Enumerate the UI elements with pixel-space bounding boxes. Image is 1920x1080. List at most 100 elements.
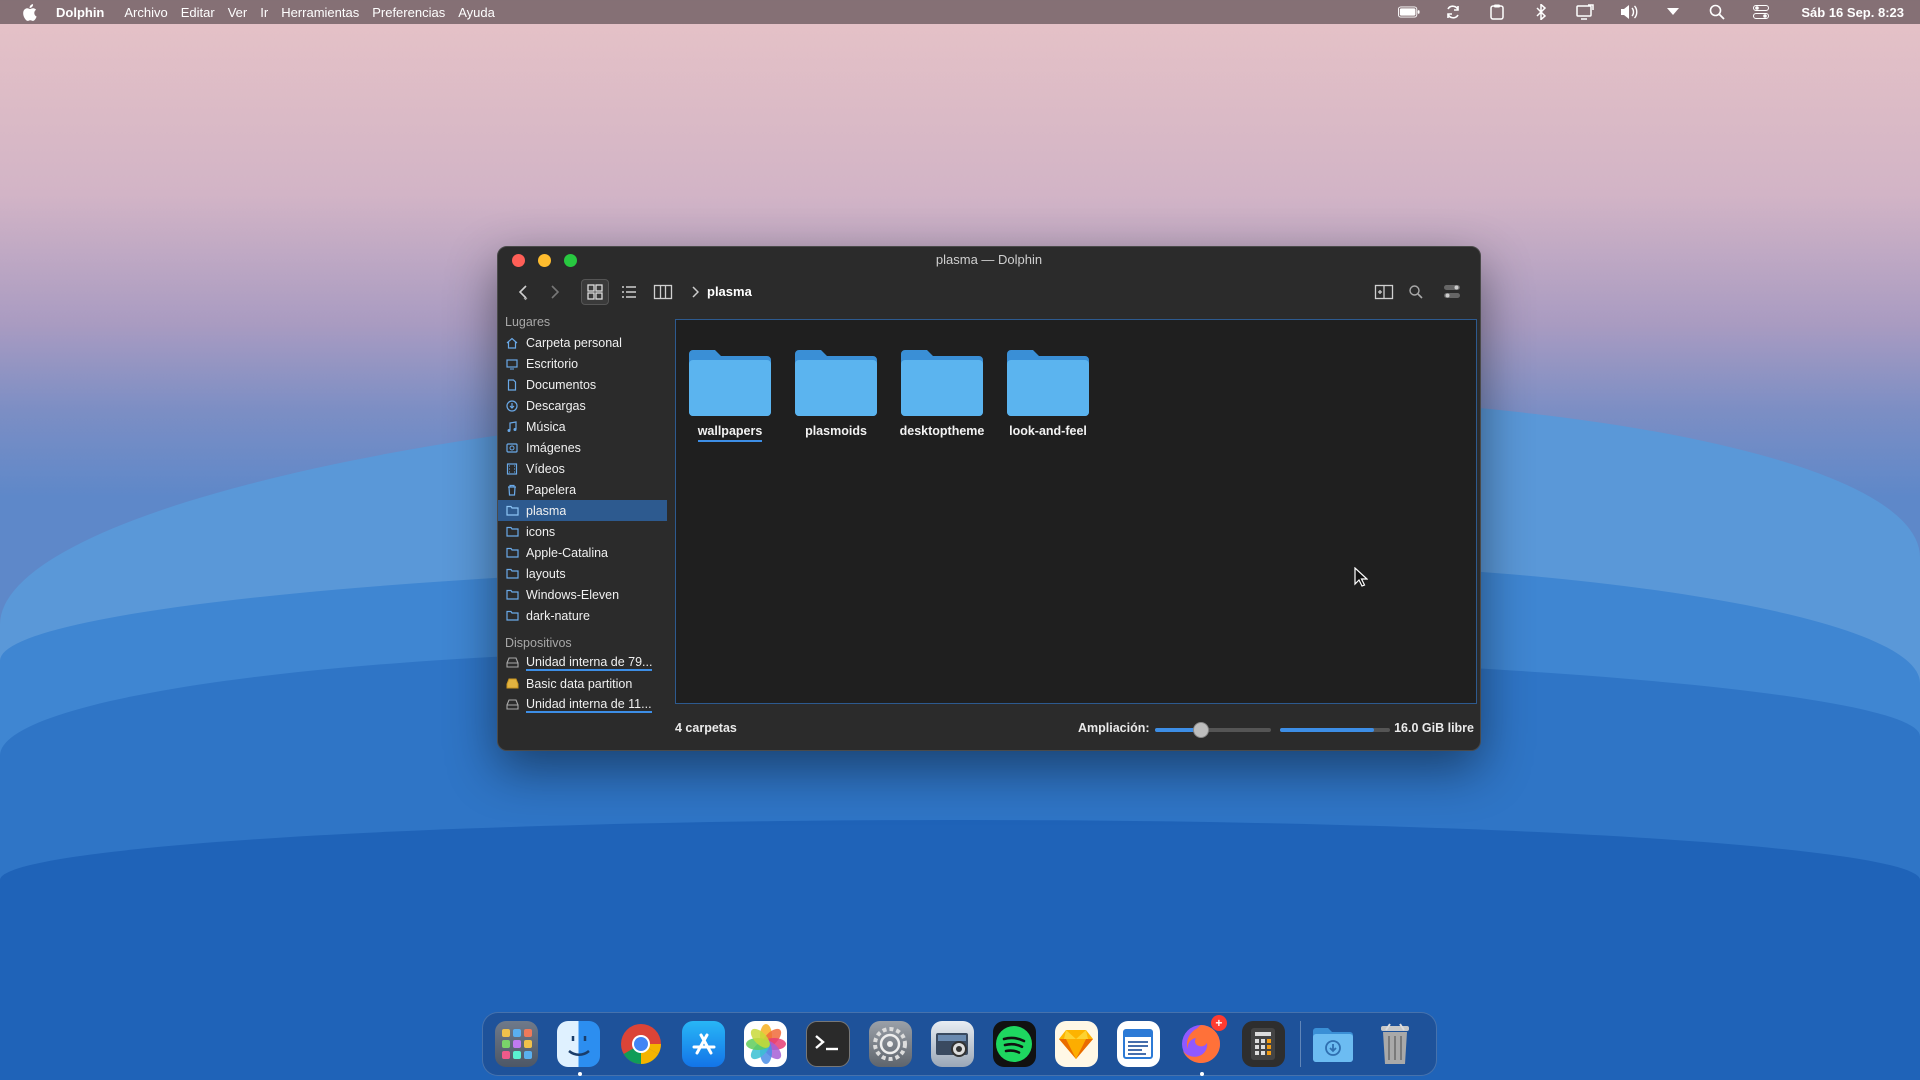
sidebar-item-label: layouts: [526, 566, 566, 581]
item-count: 4 carpetas: [675, 721, 737, 735]
folder-icon: [1007, 350, 1089, 416]
folder-view[interactable]: wallpapers plasmoids desktoptheme look-a…: [675, 319, 1477, 704]
sidebar-device-basic-data[interactable]: Basic data partition: [498, 673, 670, 694]
folder-icon: [795, 350, 877, 416]
sidebar-item-carpeta-personal[interactable]: Carpeta personal: [498, 332, 670, 353]
window-title: plasma — Dolphin: [935, 252, 1043, 267]
folder-name: plasmoids: [805, 424, 867, 438]
volume-icon[interactable]: [1618, 4, 1640, 20]
sidebar-item-plasma[interactable]: plasma: [498, 500, 667, 521]
firefox-icon[interactable]: +: [1179, 1015, 1227, 1076]
split-view-button[interactable]: [649, 279, 677, 305]
breadcrumb[interactable]: plasma: [691, 284, 752, 299]
sync-icon[interactable]: [1442, 4, 1464, 20]
icons-view-button[interactable]: [581, 279, 609, 305]
search-icon[interactable]: [1706, 4, 1728, 20]
terminal-icon[interactable]: [806, 1021, 850, 1067]
sidebar-item-dark-nature[interactable]: dark-nature: [498, 605, 670, 626]
settings-icon[interactable]: [868, 1021, 912, 1067]
menu-preferencias[interactable]: Preferencias: [372, 5, 445, 20]
folder-icon: [689, 350, 771, 416]
downloads-folder-icon[interactable]: [1311, 1021, 1355, 1067]
forward-button[interactable]: [540, 279, 568, 305]
display-icon[interactable]: [1574, 4, 1596, 20]
app-store-icon[interactable]: [682, 1021, 726, 1067]
sidebar-device-internal-2[interactable]: Unidad interna de 11...: [498, 694, 670, 715]
back-button[interactable]: [510, 279, 538, 305]
clipboard-icon[interactable]: [1486, 4, 1508, 20]
sidebar-item-documentos[interactable]: Documentos: [498, 374, 670, 395]
photos-icon[interactable]: [744, 1021, 788, 1067]
chrome-icon[interactable]: [619, 1021, 663, 1067]
folder-item[interactable]: desktoptheme: [897, 348, 987, 440]
details-view-button[interactable]: [615, 279, 643, 305]
zoom-slider-handle[interactable]: [1193, 722, 1210, 738]
folder-icon: [505, 525, 519, 539]
window-titlebar[interactable]: plasma — Dolphin: [498, 247, 1480, 273]
toolbar: plasma: [498, 277, 1480, 307]
battery-icon[interactable]: [1398, 4, 1420, 20]
sidebar-item-videos[interactable]: Vídeos: [498, 458, 670, 479]
menu-ver[interactable]: Ver: [228, 5, 248, 20]
free-space-label: 16.0 GiB libre: [1394, 721, 1474, 735]
sidebar-item-escritorio[interactable]: Escritorio: [498, 353, 670, 374]
sketch-icon[interactable]: [1054, 1021, 1098, 1067]
menubar-clock[interactable]: Sáb 16 Sep. 8:23: [1801, 5, 1904, 20]
spotify-icon[interactable]: [992, 1021, 1036, 1067]
sidebar-item-musica[interactable]: Música: [498, 416, 670, 437]
documents-icon: [505, 378, 519, 392]
dolphin-window: plasma — Dolphin plasma Lugares Carpeta …: [497, 246, 1481, 751]
launchpad-icon[interactable]: [495, 1021, 539, 1067]
folder-item[interactable]: plasmoids: [791, 348, 881, 440]
bluetooth-icon[interactable]: [1530, 4, 1552, 20]
space-used-fill: [1280, 728, 1374, 732]
menu-app-name[interactable]: Dolphin: [56, 5, 104, 20]
running-indicator: [578, 1072, 583, 1076]
search-button[interactable]: [1402, 279, 1430, 305]
apple-menu-icon[interactable]: [20, 3, 38, 21]
sidebar-device-internal-1[interactable]: Unidad interna de 79...: [498, 652, 670, 673]
breadcrumb-current[interactable]: plasma: [707, 284, 752, 299]
sidebar-item-apple-catalina[interactable]: Apple-Catalina: [498, 542, 670, 563]
home-icon: [505, 336, 519, 350]
columns-view-icon: [653, 284, 673, 300]
downloads-icon: [505, 399, 519, 413]
sidebar-item-windows-eleven[interactable]: Windows-Eleven: [498, 584, 670, 605]
sidebar-item-label: Papelera: [526, 482, 577, 497]
folder-icon: [505, 504, 519, 518]
search-icon: [1409, 285, 1423, 299]
screenshot-icon[interactable]: [930, 1021, 974, 1067]
pictures-icon: [505, 441, 519, 455]
sidebar-item-label: icons: [526, 524, 556, 539]
tray-expand-icon[interactable]: [1662, 4, 1684, 20]
menu-ayuda[interactable]: Ayuda: [458, 5, 495, 20]
control-menu-button[interactable]: [1438, 279, 1466, 305]
control-center-icon[interactable]: [1750, 4, 1772, 20]
trash-icon[interactable]: [1374, 1021, 1417, 1067]
sidebar-item-descargas[interactable]: Descargas: [498, 395, 670, 416]
sidebar-item-papelera[interactable]: Papelera: [498, 479, 670, 500]
folder-icon: [505, 546, 519, 560]
chevron-right-icon: [692, 285, 699, 298]
finder-icon[interactable]: [557, 1021, 601, 1076]
dock: +: [482, 1012, 1437, 1076]
menu-ir[interactable]: Ir: [260, 5, 268, 20]
sidebar-item-label: Documentos: [526, 377, 597, 392]
folder-item[interactable]: look-and-feel: [1003, 348, 1093, 440]
split-panel-button[interactable]: [1370, 279, 1398, 305]
sidebar-item-icons[interactable]: icons: [498, 521, 670, 542]
sidebar-item-imagenes[interactable]: Imágenes: [498, 437, 670, 458]
sidebar-item-layouts[interactable]: layouts: [498, 563, 670, 584]
menu-herramientas[interactable]: Herramientas: [281, 5, 359, 20]
sidebar-item-label: Basic data partition: [526, 676, 633, 691]
sidebar-item-label: Escritorio: [526, 356, 579, 371]
menu-archivo[interactable]: Archivo: [124, 5, 167, 20]
zoom-slider[interactable]: [1155, 722, 1271, 738]
sidebar-item-label: Unidad interna de 79...: [526, 654, 653, 671]
calculator-icon[interactable]: [1241, 1021, 1285, 1067]
folder-item[interactable]: wallpapers: [685, 348, 775, 442]
menu-editar[interactable]: Editar: [181, 5, 215, 20]
text-editor-icon[interactable]: [1116, 1021, 1160, 1067]
grid-view-icon: [587, 284, 603, 300]
sidebar-item-label: Carpeta personal: [526, 335, 622, 350]
